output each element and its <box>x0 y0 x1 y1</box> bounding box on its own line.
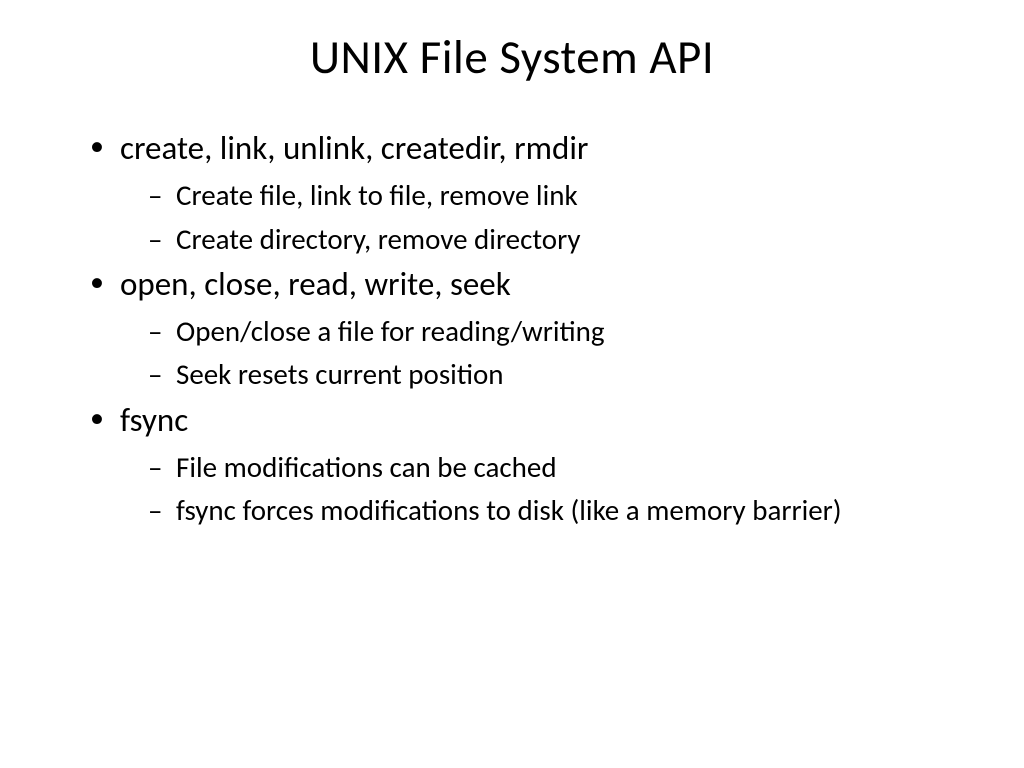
slide-content: create, link, unlink, createdir, rmdir C… <box>60 128 964 528</box>
bullet-item: open, close, read, write, seek Open/clos… <box>90 264 964 393</box>
sub-bullet-list: File modifications can be cached fsync f… <box>120 449 964 529</box>
bullet-item: create, link, unlink, createdir, rmdir C… <box>90 128 964 257</box>
sub-bullet-item: File modifications can be cached <box>148 449 964 485</box>
sub-bullet-item: Seek resets current position <box>148 356 964 392</box>
bullet-text: open, close, read, write, seek <box>120 264 511 304</box>
sub-bullet-item: Open/close a file for reading/writing <box>148 313 964 349</box>
sub-bullet-item: Create file, link to file, remove link <box>148 177 964 213</box>
sub-bullet-list: Open/close a file for reading/writing Se… <box>120 313 964 393</box>
bullet-item: fsync File modifications can be cached f… <box>90 400 964 529</box>
bullet-list: create, link, unlink, createdir, rmdir C… <box>90 128 964 528</box>
sub-bullet-item: Create directory, remove directory <box>148 221 964 257</box>
bullet-text: fsync <box>120 400 188 440</box>
bullet-text: create, link, unlink, createdir, rmdir <box>120 128 588 168</box>
slide-title: UNIX File System API <box>60 28 964 86</box>
sub-bullet-list: Create file, link to file, remove link C… <box>120 177 964 257</box>
sub-bullet-item: fsync forces modifications to disk (like… <box>148 492 964 528</box>
